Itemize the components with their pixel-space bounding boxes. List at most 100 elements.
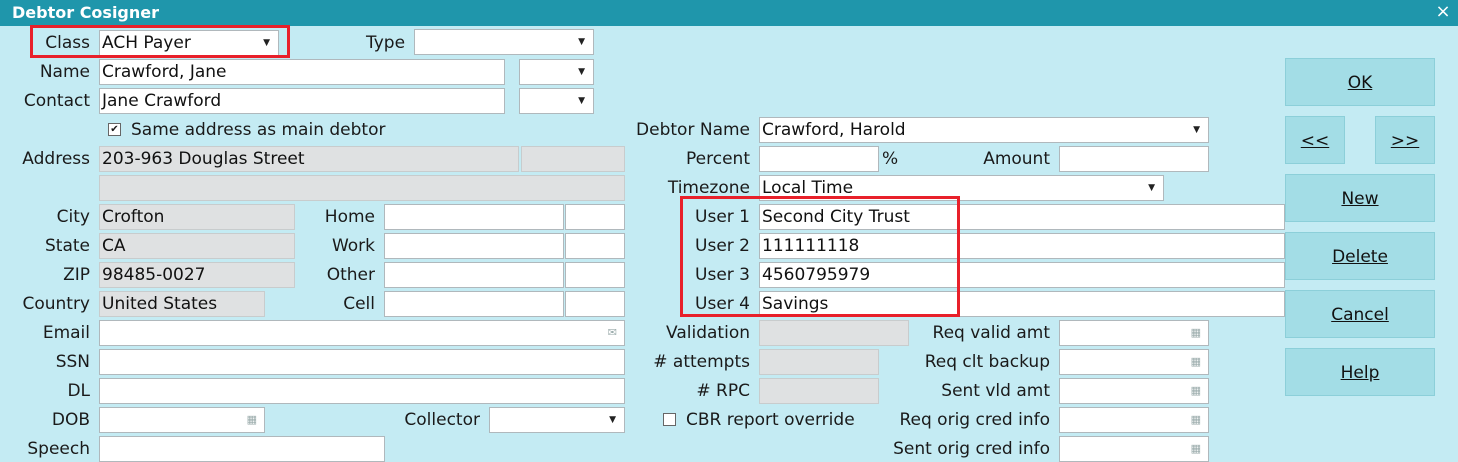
cancel-button[interactable]: Cancel	[1285, 290, 1435, 338]
chevron-down-icon: ▼	[578, 96, 585, 106]
cancel-button-label: Cancel	[1331, 305, 1389, 325]
work-phone-input[interactable]	[384, 233, 564, 259]
validation-label: Validation	[666, 323, 750, 343]
state-input[interactable]: CA	[99, 233, 295, 259]
previous-button-label: <<	[1300, 131, 1330, 151]
ok-button-label: OK	[1347, 73, 1373, 93]
other-ext-input[interactable]	[565, 262, 625, 288]
calendar-icon[interactable]: ▦	[1191, 350, 1201, 374]
amount-input[interactable]	[1059, 146, 1209, 172]
chevron-down-icon: ▼	[1193, 125, 1200, 135]
cbr-label: CBR report override	[686, 410, 855, 430]
city-input[interactable]: Crofton	[99, 204, 295, 230]
new-button-label: New	[1341, 189, 1379, 209]
chevron-down-icon: ▼	[578, 67, 585, 77]
dl-input[interactable]	[99, 378, 625, 404]
rpc-input[interactable]	[759, 378, 879, 404]
same-address-checkbox[interactable]: ✔	[108, 123, 121, 136]
address-label: Address	[22, 149, 90, 169]
delete-button-label: Delete	[1332, 247, 1388, 267]
type-select[interactable]: ▼	[414, 29, 594, 55]
next-button[interactable]: >>	[1375, 116, 1435, 164]
home-ext-input[interactable]	[565, 204, 625, 230]
contact-input[interactable]: Jane Crawford	[99, 88, 505, 114]
calendar-icon[interactable]: ▦	[1191, 321, 1201, 345]
calendar-icon[interactable]: ▦	[1191, 379, 1201, 403]
work-ext-input[interactable]	[565, 233, 625, 259]
country-input[interactable]: United States	[99, 291, 265, 317]
sent-vld-amt-date[interactable]: ▦	[1059, 378, 1209, 404]
percent-label: Percent	[686, 149, 750, 169]
cell-ext-input[interactable]	[565, 291, 625, 317]
calendar-icon[interactable]: ▦	[1191, 408, 1201, 432]
sent-orig-cred-date[interactable]: ▦	[1059, 436, 1209, 462]
email-input[interactable]: ✉	[99, 320, 625, 346]
envelope-icon: ✉	[607, 326, 617, 339]
delete-button[interactable]: Delete	[1285, 232, 1435, 280]
amount-label: Amount	[983, 149, 1050, 169]
name-input[interactable]: Crawford, Jane	[99, 59, 505, 85]
chevron-down-icon: ▼	[1148, 183, 1155, 193]
help-button[interactable]: Help	[1285, 348, 1435, 396]
type-label: Type	[366, 33, 406, 53]
collector-select[interactable]: ▼	[489, 407, 625, 433]
req-clt-backup-label: Req clt backup	[924, 352, 1050, 372]
chevron-down-icon: ▼	[609, 415, 616, 425]
home-phone-input[interactable]	[384, 204, 564, 230]
country-label: Country	[22, 294, 90, 314]
email-label: Email	[42, 323, 90, 343]
previous-button[interactable]: <<	[1285, 116, 1345, 164]
percent-sign: %	[882, 149, 899, 169]
help-button-label: Help	[1340, 363, 1380, 383]
percent-input[interactable]	[759, 146, 879, 172]
dob-input[interactable]: ▦	[99, 407, 265, 433]
collector-label: Collector	[404, 410, 480, 430]
sent-orig-cred-label: Sent orig cred info	[893, 439, 1050, 459]
dl-label: DL	[67, 381, 90, 401]
ssn-label: SSN	[55, 352, 90, 372]
name-label: Name	[39, 62, 90, 82]
user-fields-highlight-box	[680, 196, 960, 317]
req-valid-amt-label: Req valid amt	[932, 323, 1050, 343]
attempts-input[interactable]	[759, 349, 879, 375]
title-bar	[0, 0, 1458, 26]
rpc-label: # RPC	[696, 381, 750, 401]
debtor-name-label: Debtor Name	[636, 120, 750, 140]
dob-label: DOB	[51, 410, 90, 430]
class-highlight-box	[30, 25, 290, 58]
zip-input[interactable]: 98485-0027	[99, 262, 295, 288]
state-label: State	[45, 236, 90, 256]
timezone-value: Local Time	[762, 178, 854, 198]
req-clt-backup-date[interactable]: ▦	[1059, 349, 1209, 375]
name-suffix-select[interactable]: ▼	[519, 59, 594, 85]
cell-label: Cell	[343, 294, 375, 314]
contact-label: Contact	[23, 91, 90, 111]
ok-button[interactable]: OK	[1285, 58, 1435, 106]
next-button-label: >>	[1390, 131, 1420, 151]
contact-suffix-select[interactable]: ▼	[519, 88, 594, 114]
address-line2-input[interactable]	[99, 175, 625, 201]
window-title: Debtor Cosigner	[12, 3, 160, 22]
chevron-down-icon: ▼	[578, 37, 585, 47]
cell-phone-input[interactable]	[384, 291, 564, 317]
sent-vld-amt-label: Sent vld amt	[941, 381, 1050, 401]
req-orig-cred-date[interactable]: ▦	[1059, 407, 1209, 433]
attempts-label: # attempts	[653, 352, 750, 372]
same-address-label: Same address as main debtor	[131, 120, 386, 140]
debtor-name-select[interactable]: Crawford, Harold ▼	[759, 117, 1209, 143]
work-label: Work	[331, 236, 375, 256]
cbr-checkbox[interactable]	[663, 413, 676, 426]
speech-input[interactable]	[99, 436, 385, 462]
req-valid-amt-date[interactable]: ▦	[1059, 320, 1209, 346]
calendar-icon[interactable]: ▦	[247, 408, 257, 432]
new-button[interactable]: New	[1285, 174, 1435, 222]
calendar-icon[interactable]: ▦	[1191, 437, 1201, 461]
other-phone-input[interactable]	[384, 262, 564, 288]
close-icon[interactable]: ×	[1434, 1, 1452, 22]
ssn-input[interactable]	[99, 349, 625, 375]
speech-label: Speech	[27, 439, 90, 459]
address-line1-input[interactable]: 203-963 Douglas Street	[99, 146, 519, 172]
other-label: Other	[326, 265, 375, 285]
city-label: City	[56, 207, 90, 227]
address-extra-input[interactable]	[521, 146, 625, 172]
